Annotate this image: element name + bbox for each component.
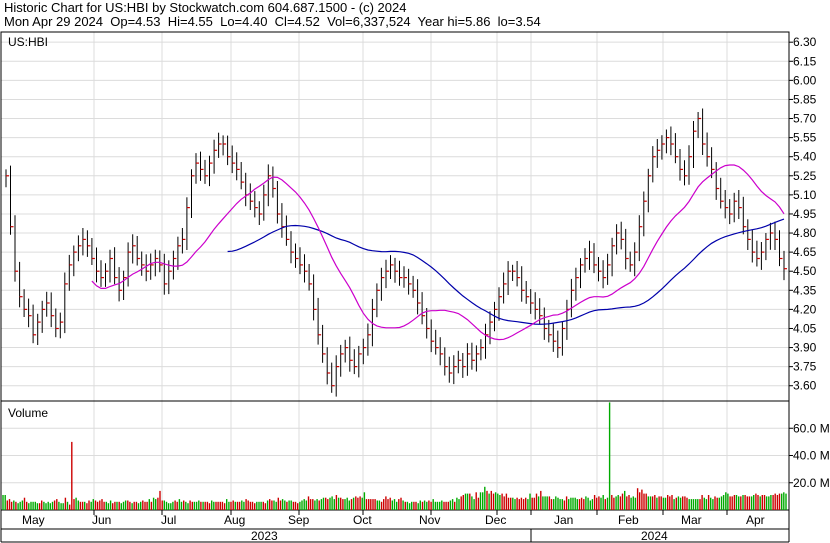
- month-label: Apr: [746, 513, 765, 527]
- month-label: Sep: [288, 513, 310, 527]
- price-tick-label: 5.70: [793, 112, 817, 126]
- price-tick-label: 4.05: [793, 321, 817, 335]
- price-grid: [1, 32, 789, 401]
- price-tick-label: 3.90: [793, 341, 817, 355]
- volume-grid: [1, 401, 789, 515]
- price-tick-label: 5.55: [793, 131, 817, 145]
- month-label: Nov: [419, 513, 440, 527]
- price-tick-label: 4.80: [793, 226, 817, 240]
- volume-axis-ticks: 60.0 M 40.0 M 20.0 M: [789, 421, 830, 490]
- price-axis-ticks: 6.30 6.15 6.00 5.85 5.70 5.55 5.40 5.25 5.10 4.95…: [789, 35, 817, 393]
- year-label: 2024: [641, 529, 668, 543]
- price-tick-label: 5.25: [793, 169, 817, 183]
- price-tick-label: 6.00: [793, 73, 817, 87]
- price-tick-label: 4.65: [793, 245, 817, 259]
- price-tick-label: 5.85: [793, 92, 817, 106]
- volume-tick-label: 40.0 M: [793, 449, 830, 463]
- stock-chart: US:HBI Volume 6.30 6.15 6.00 5.85 5.70 5.55 5.…: [0, 31, 830, 543]
- volume-tick-label: 20.0 M: [793, 476, 830, 490]
- month-label: Jun: [92, 513, 111, 527]
- volume-tick-label: 60.0 M: [793, 421, 830, 435]
- year-label: 2023: [251, 529, 278, 543]
- year-labels: 2023 2024: [251, 529, 668, 543]
- price-tick-label: 4.50: [793, 264, 817, 278]
- price-tick-label: 3.60: [793, 379, 817, 393]
- price-panel-frame: [0, 31, 790, 402]
- price-tick-label: 4.20: [793, 302, 817, 316]
- month-label: May: [22, 513, 45, 527]
- symbol-label: US:HBI: [8, 35, 48, 49]
- month-labels: May Jun Jul Aug Sep Oct Nov Dec Jan Feb Mar Apr: [22, 513, 765, 527]
- price-tick-label: 3.75: [793, 360, 817, 374]
- month-label: Mar: [681, 513, 702, 527]
- price-tick-label: 6.15: [793, 54, 817, 68]
- volume-bars: [2, 402, 787, 510]
- month-label: Oct: [353, 513, 372, 527]
- price-tick-label: 4.35: [793, 283, 817, 297]
- price-tick-label: 5.40: [793, 150, 817, 164]
- month-label: Jan: [554, 513, 573, 527]
- price-tick-label: 6.30: [793, 35, 817, 49]
- month-label: Feb: [618, 513, 639, 527]
- volume-label: Volume: [8, 406, 48, 420]
- month-label: Dec: [485, 513, 506, 527]
- price-tick-label: 5.10: [793, 188, 817, 202]
- month-label: Aug: [224, 513, 245, 527]
- month-label: Jul: [161, 513, 176, 527]
- price-tick-label: 4.95: [793, 207, 817, 221]
